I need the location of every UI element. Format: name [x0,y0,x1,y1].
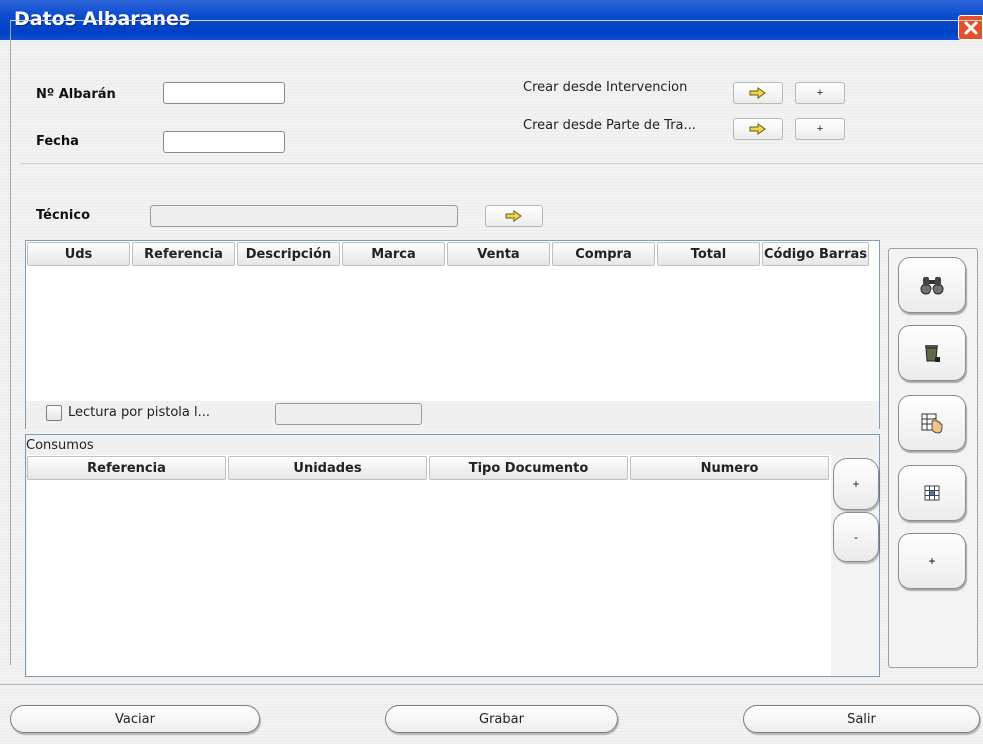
column-header[interactable]: Total [657,242,760,266]
crear-parte-select-button[interactable] [733,118,783,140]
consumos-remove-button[interactable]: - [833,512,879,562]
albaran-label: Nº Albarán [36,87,116,102]
column-header[interactable]: Tipo Documento [429,456,628,480]
fecha-input[interactable] [163,131,285,153]
scanner-input[interactable] [275,403,422,425]
crear-intervencion-select-button[interactable] [733,82,783,104]
svg-text:A: A [929,288,935,296]
grabar-button[interactable]: Grabar [385,705,618,733]
column-header[interactable]: Descripción [237,242,340,266]
column-header[interactable]: Código Barras [762,242,869,266]
vaciar-button[interactable]: Vaciar [10,705,260,733]
scanner-checkbox-label: Lectura por pistola l... [68,405,211,420]
consumos-table-header: Referencia Unidades Tipo Documento Numer… [27,456,829,482]
separator [20,163,983,164]
tecnico-label: Técnico [36,208,91,223]
consumos-title: Consumos [26,438,94,453]
side-add-button[interactable]: + [898,533,966,589]
lines-table-header: Uds Referencia Descripción Marca Venta C… [27,242,869,268]
crear-parte-add-button[interactable]: + [795,118,845,140]
column-header[interactable]: Compra [552,242,655,266]
salir-button[interactable]: Salir [743,705,980,733]
select-button[interactable] [898,395,966,451]
column-header[interactable]: Referencia [132,242,235,266]
arrow-icon [505,210,522,222]
fecha-label: Fecha [36,134,79,149]
select-hand-icon [921,413,943,434]
footer-separator [0,684,983,685]
tecnico-select-button[interactable] [485,205,543,227]
column-header[interactable]: Marca [342,242,445,266]
arrow-icon [749,123,766,135]
lines-table[interactable]: Uds Referencia Descripción Marca Venta C… [25,240,880,402]
trash-icon [925,345,940,362]
crear-intervencion-add-button[interactable]: + [795,82,845,104]
grid-button[interactable] [898,465,966,521]
consumos-table[interactable]: Referencia Unidades Tipo Documento Numer… [27,455,831,676]
arrow-icon [749,87,766,99]
column-header[interactable]: Unidades [228,456,427,480]
binoculars-icon: A [920,277,944,296]
consumos-panel: Consumos Referencia Unidades Tipo Docume… [25,434,880,677]
albaran-input[interactable] [163,82,285,104]
column-header[interactable]: Referencia [27,456,226,480]
crear-parte-label: Crear desde Parte de Tra... [523,118,696,133]
tecnico-input[interactable] [150,205,458,227]
search-button[interactable]: A [898,257,966,313]
column-header[interactable]: Venta [447,242,550,266]
crear-intervencion-label: Crear desde Intervencion [523,80,688,95]
consumos-add-button[interactable]: + [833,458,879,510]
delete-button[interactable] [898,325,966,381]
column-header[interactable]: Uds [27,242,130,266]
grid-icon [924,485,940,501]
scanner-checkbox[interactable] [46,405,62,421]
column-header[interactable]: Numero [630,456,829,480]
